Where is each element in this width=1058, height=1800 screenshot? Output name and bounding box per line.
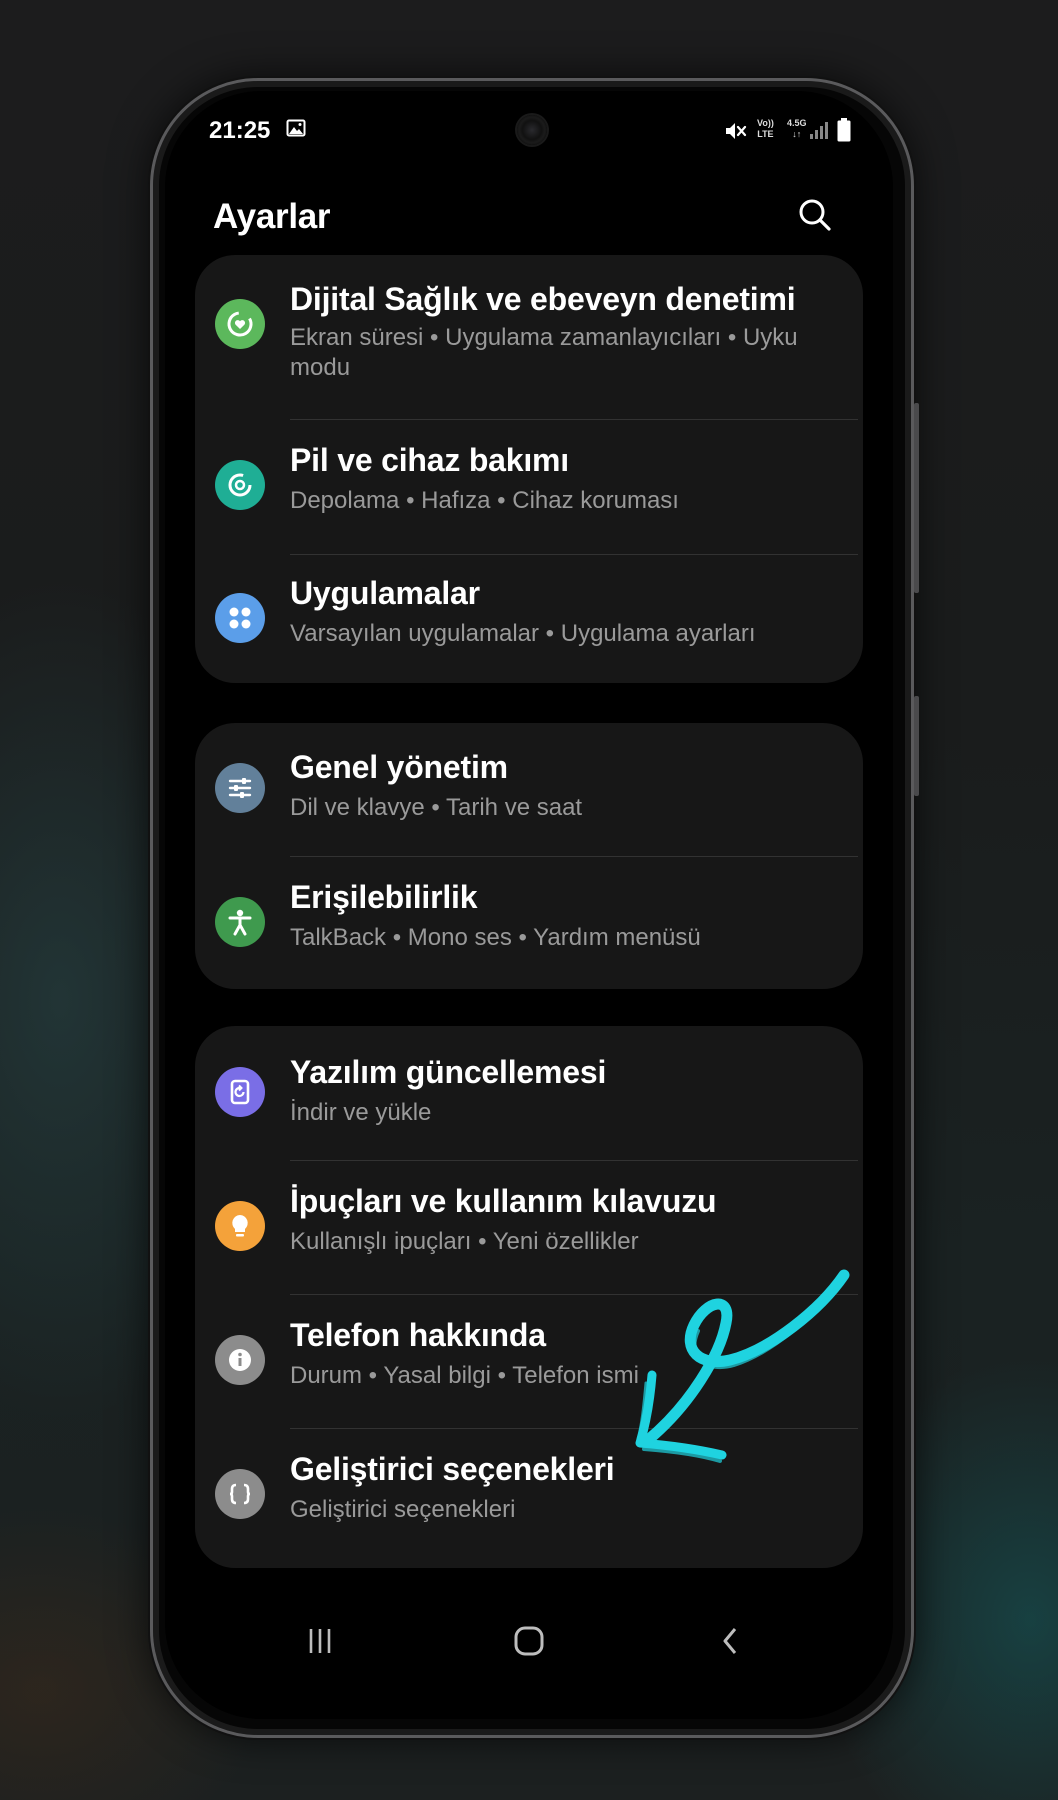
settings-group-1: Dijital Sağlık ve ebeveyn denetimi Ekran… bbox=[195, 255, 863, 683]
settings-item-general-management[interactable]: Genel yönetim Dil ve klavye • Tarih ve s… bbox=[195, 723, 863, 856]
recents-button[interactable] bbox=[290, 1613, 350, 1669]
item-subtitle: İndir ve yükle bbox=[290, 1099, 432, 1126]
developer-options-icon bbox=[215, 1469, 265, 1519]
phone-frame: 21:25 Vo)) LTE 4.5G ↓↑ Ayarlar Dijital S… bbox=[150, 78, 919, 1738]
settings-item-software-update[interactable]: Yazılım güncellemesi İndir ve yükle bbox=[195, 1026, 863, 1160]
battery-icon bbox=[837, 118, 851, 142]
item-subtitle: Kullanışlı ipuçları • Yeni özellikler bbox=[290, 1228, 639, 1255]
item-subtitle: Ekran süresi • Uygulama zamanlayıcıları … bbox=[290, 324, 798, 381]
search-button[interactable] bbox=[793, 193, 837, 237]
software-update-icon bbox=[215, 1067, 265, 1117]
item-subtitle: Varsayılan uygulamalar • Uygulama ayarla… bbox=[290, 620, 756, 647]
mute-icon bbox=[726, 123, 747, 139]
item-title: İpuçları ve kullanım kılavuzu bbox=[290, 1183, 717, 1219]
item-title: Geliştirici seçenekleri bbox=[290, 1451, 615, 1487]
settings-group-2: Genel yönetim Dil ve klavye • Tarih ve s… bbox=[195, 723, 863, 989]
digital-wellbeing-icon bbox=[215, 299, 265, 349]
gallery-icon bbox=[286, 119, 306, 137]
item-title: Erişilebilirlik bbox=[290, 879, 478, 915]
signal-icon bbox=[810, 122, 828, 139]
home-icon bbox=[514, 1626, 544, 1656]
accessibility-icon bbox=[215, 897, 265, 947]
settings-item-accessibility[interactable]: Erişilebilirlik TalkBack • Mono ses • Ya… bbox=[195, 857, 863, 989]
item-title: Pil ve cihaz bakımı bbox=[290, 442, 569, 478]
status-time: 21:25 bbox=[209, 117, 271, 144]
item-title: Genel yönetim bbox=[290, 749, 508, 785]
power-button bbox=[914, 696, 919, 796]
apps-icon bbox=[215, 593, 265, 643]
settings-item-apps[interactable]: Uygulamalar Varsayılan uygulamalar • Uyg… bbox=[195, 555, 863, 683]
item-title: Uygulamalar bbox=[290, 575, 480, 611]
item-title: Yazılım güncellemesi bbox=[290, 1054, 607, 1090]
back-icon bbox=[723, 1628, 737, 1654]
item-subtitle: Dil ve klavye • Tarih ve saat bbox=[290, 794, 583, 821]
status-bar: 21:25 Vo)) LTE 4.5G ↓↑ bbox=[165, 91, 893, 171]
network-indicator: 4.5G ↓↑ bbox=[787, 118, 807, 139]
settings-item-digital-wellbeing[interactable]: Dijital Sağlık ve ebeveyn denetimi Ekran… bbox=[195, 255, 863, 419]
home-button[interactable] bbox=[499, 1613, 559, 1669]
front-camera bbox=[517, 115, 547, 145]
device-care-icon bbox=[215, 460, 265, 510]
volume-button bbox=[914, 403, 919, 593]
item-title: Telefon hakkında bbox=[290, 1317, 546, 1353]
general-management-icon bbox=[215, 763, 265, 813]
item-subtitle: Depolama • Hafıza • Cihaz koruması bbox=[290, 487, 679, 514]
back-button[interactable] bbox=[701, 1613, 761, 1669]
page-title: Ayarlar bbox=[213, 197, 331, 236]
item-subtitle: Geliştirici seçenekleri bbox=[290, 1496, 516, 1523]
info-icon bbox=[215, 1335, 265, 1385]
item-subtitle: TalkBack • Mono ses • Yardım menüsü bbox=[290, 924, 701, 951]
tips-icon bbox=[215, 1201, 265, 1251]
search-icon bbox=[799, 199, 831, 231]
settings-item-device-care[interactable]: Pil ve cihaz bakımı Depolama • Hafıza • … bbox=[195, 420, 863, 554]
item-title: Dijital Sağlık ve ebeveyn denetimi bbox=[290, 281, 796, 317]
recents-icon bbox=[309, 1629, 331, 1653]
volte-indicator: Vo)) LTE bbox=[757, 118, 774, 139]
navigation-bar bbox=[165, 1601, 893, 1681]
annotation-arrow-icon bbox=[635, 1269, 850, 1463]
